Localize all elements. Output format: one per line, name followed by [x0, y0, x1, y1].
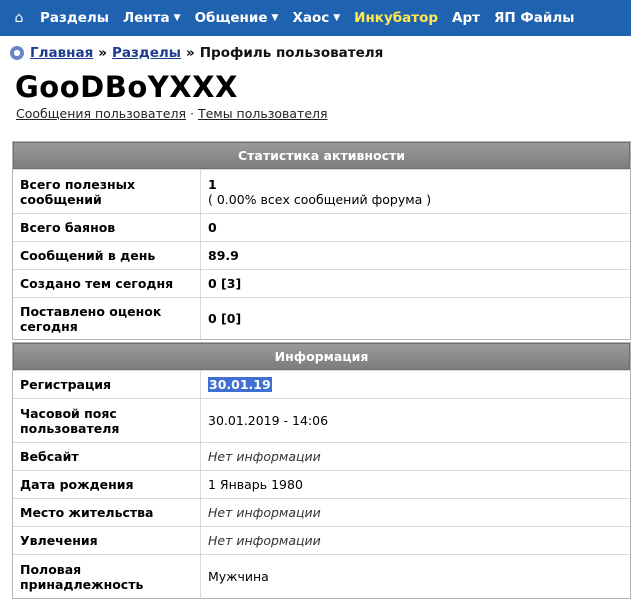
nav-item-chat[interactable]: Общение ▼ — [195, 10, 279, 26]
row-label: Поставлено оценок сегодня — [20, 303, 162, 334]
nav-item-label: Лента — [123, 10, 170, 26]
nav-item-label: ЯП Файлы — [493, 10, 575, 26]
table-row: Всего полезных сообщений 1 ( 0.00% всех … — [13, 169, 630, 213]
row-value: 89.9 — [200, 242, 630, 269]
nav-item-label: Общение — [194, 10, 268, 26]
nav-item-incubator[interactable]: Инкубатор — [354, 10, 438, 26]
top-nav: ⌂ Разделы Лента ▼ Общение ▼ Хаос ▼ Инкубато… — [0, 0, 631, 36]
row-value: 0 [0] — [200, 298, 630, 339]
row-value: Мужчина — [200, 555, 630, 598]
row-value: Нет информации — [200, 527, 630, 554]
row-label: Место жительства — [20, 505, 154, 520]
page-title: GooDBoYXXX — [15, 70, 238, 104]
row-value: 0 [3] — [200, 270, 630, 297]
caret-down-icon: ▼ — [333, 13, 341, 23]
row-label: Увлечения — [20, 533, 98, 548]
nav-item-label: Инкубатор — [354, 10, 439, 26]
table-row: Часовой пояс пользователя 30.01.2019 - 1… — [13, 398, 630, 442]
activity-stats-table: Статистика активности Всего полезных соо… — [12, 141, 631, 340]
table-row: Всего баянов 0 — [13, 213, 630, 241]
breadcrumb-separator: » — [98, 45, 107, 61]
row-value: Нет информации — [200, 443, 630, 470]
nav-item-label: Хаос — [292, 10, 330, 26]
row-label: Всего баянов — [20, 220, 116, 235]
activity-stats-header: Статистика активности — [13, 142, 630, 169]
user-messages-link[interactable]: Сообщения пользователя — [16, 106, 186, 121]
useful-posts-percent: ( 0.00% всех сообщений форума ) — [208, 191, 432, 207]
breadcrumb-current: Профиль пользователя — [199, 45, 384, 61]
nav-item-label: Разделы — [40, 10, 110, 26]
row-value: 1 ( 0.00% всех сообщений форума ) — [200, 170, 630, 213]
user-topics-link[interactable]: Темы пользователя — [198, 106, 328, 121]
table-row: Дата рождения 1 Январь 1980 — [13, 470, 630, 498]
row-label: Регистрация — [20, 377, 112, 392]
breadcrumb-sections-link[interactable]: Разделы — [112, 45, 181, 61]
link-separator: · — [189, 106, 194, 121]
row-value: 0 — [200, 214, 630, 241]
table-row: Вебсайт Нет информации — [13, 442, 630, 470]
table-row: Поставлено оценок сегодня 0 [0] — [13, 297, 630, 339]
row-label: Создано тем сегодня — [20, 276, 174, 291]
row-label: Сообщений в день — [20, 248, 156, 263]
breadcrumb-bullet-icon — [10, 46, 24, 60]
nav-item-art[interactable]: Арт — [452, 10, 480, 26]
row-label: Дата рождения — [20, 477, 134, 492]
useful-posts-count: 1 — [208, 176, 217, 192]
nav-item-sections[interactable]: Разделы — [40, 10, 109, 26]
info-table: Информация Регистрация 30.01.19 Часовой … — [12, 342, 631, 599]
breadcrumb-home-link[interactable]: Главная — [30, 45, 93, 61]
nav-item-feed[interactable]: Лента ▼ — [123, 10, 181, 26]
nav-item-files[interactable]: ЯП Файлы — [494, 10, 574, 26]
nav-item-chaos[interactable]: Хаос ▼ — [292, 10, 340, 26]
table-row: Создано тем сегодня 0 [3] — [13, 269, 630, 297]
profile-links: Сообщения пользователя · Темы пользователя — [16, 106, 328, 121]
table-row: Место жительства Нет информации — [13, 498, 630, 526]
row-label: Вебсайт — [20, 449, 79, 464]
caret-down-icon: ▼ — [271, 13, 279, 23]
registration-date: 30.01.19 — [208, 377, 272, 392]
row-value: 30.01.19 — [200, 371, 630, 398]
row-label: Часовой пояс пользователя — [20, 405, 120, 436]
table-row: Регистрация 30.01.19 — [13, 370, 630, 398]
table-row: Сообщений в день 89.9 — [13, 241, 630, 269]
breadcrumb-separator: » — [186, 45, 195, 61]
breadcrumb: Главная » Разделы » Профиль пользователя — [10, 43, 383, 63]
nav-item-label: Арт — [452, 10, 480, 26]
row-label: Половая принадлежность — [20, 561, 144, 592]
table-row: Увлечения Нет информации — [13, 526, 630, 554]
row-label: Всего полезных сообщений — [20, 176, 136, 207]
home-icon[interactable]: ⌂ — [10, 10, 28, 26]
row-value: 1 Январь 1980 — [200, 471, 630, 498]
info-header: Информация — [13, 343, 630, 370]
row-value: 30.01.2019 - 14:06 — [200, 399, 630, 442]
table-row: Половая принадлежность Мужчина — [13, 554, 630, 598]
row-value: Нет информации — [200, 499, 630, 526]
caret-down-icon: ▼ — [173, 13, 181, 23]
